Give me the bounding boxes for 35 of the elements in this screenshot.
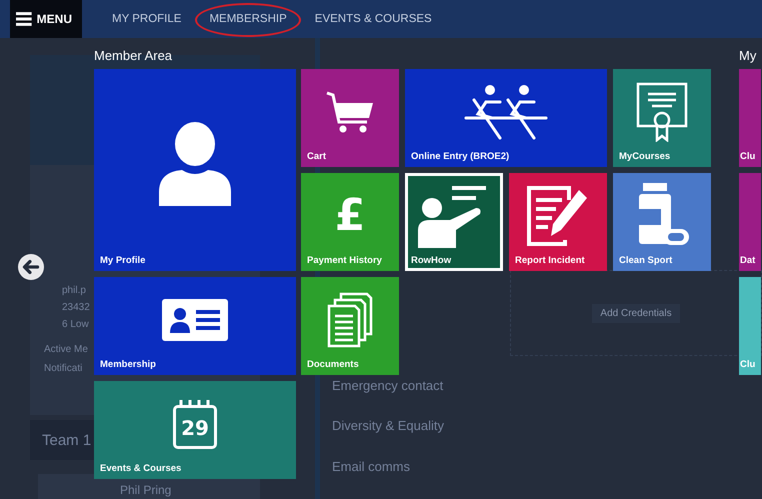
contact-text: 23432 — [62, 302, 91, 313]
nav-link[interactable]: MY PROFILE — [98, 0, 196, 38]
menu-tile[interactable]: My Profile — [94, 69, 296, 271]
rowers-icon — [464, 84, 548, 140]
settings-item[interactable]: Diversity & Equality — [320, 418, 444, 459]
cart-icon — [325, 90, 375, 134]
menu-tile[interactable]: Membership — [94, 277, 296, 375]
contact-text: phil.p — [62, 285, 87, 296]
settings-item[interactable]: Emergency contact — [320, 378, 444, 418]
menu-tile[interactable]: Clu — [739, 69, 761, 167]
nav-link[interactable]: MEMBERSHIP — [195, 0, 301, 38]
section-title: My — [739, 47, 758, 65]
menu-tile[interactable]: RowHow — [405, 173, 503, 271]
settings-item[interactable]: Email comms — [320, 458, 410, 499]
certificate-icon — [636, 82, 688, 142]
add-credentials-button[interactable]: Add Credentials — [592, 304, 680, 322]
contact-text: 6 Low — [62, 319, 90, 330]
menu-button[interactable]: MENU — [10, 0, 82, 38]
menu-tile[interactable]: MyCourses — [613, 69, 711, 167]
nav-link[interactable]: EVENTS & COURSES — [300, 0, 446, 38]
status-text: Notificati — [44, 363, 84, 374]
menu-tile[interactable]: Cart — [301, 69, 399, 167]
member-name: Phil Pring — [120, 483, 172, 497]
menu-tile[interactable]: 29 Events & Courses — [94, 381, 296, 479]
menu-tile[interactable]: Clean Sport — [613, 173, 711, 271]
menu-tile[interactable]: Report Incident — [509, 173, 607, 271]
documents-icon — [327, 292, 373, 348]
menu-icon — [16, 12, 32, 26]
menu-tile[interactable]: Dat — [739, 173, 761, 271]
section-title: Member Area — [94, 47, 174, 65]
status-text: Active Me — [44, 344, 89, 355]
menu-tile[interactable]: Online Entry (BROE2) — [405, 69, 607, 167]
pound-sign-icon: £ — [334, 194, 366, 238]
team-heading: Team 1 — [42, 432, 92, 448]
id-card-icon — [162, 299, 228, 341]
